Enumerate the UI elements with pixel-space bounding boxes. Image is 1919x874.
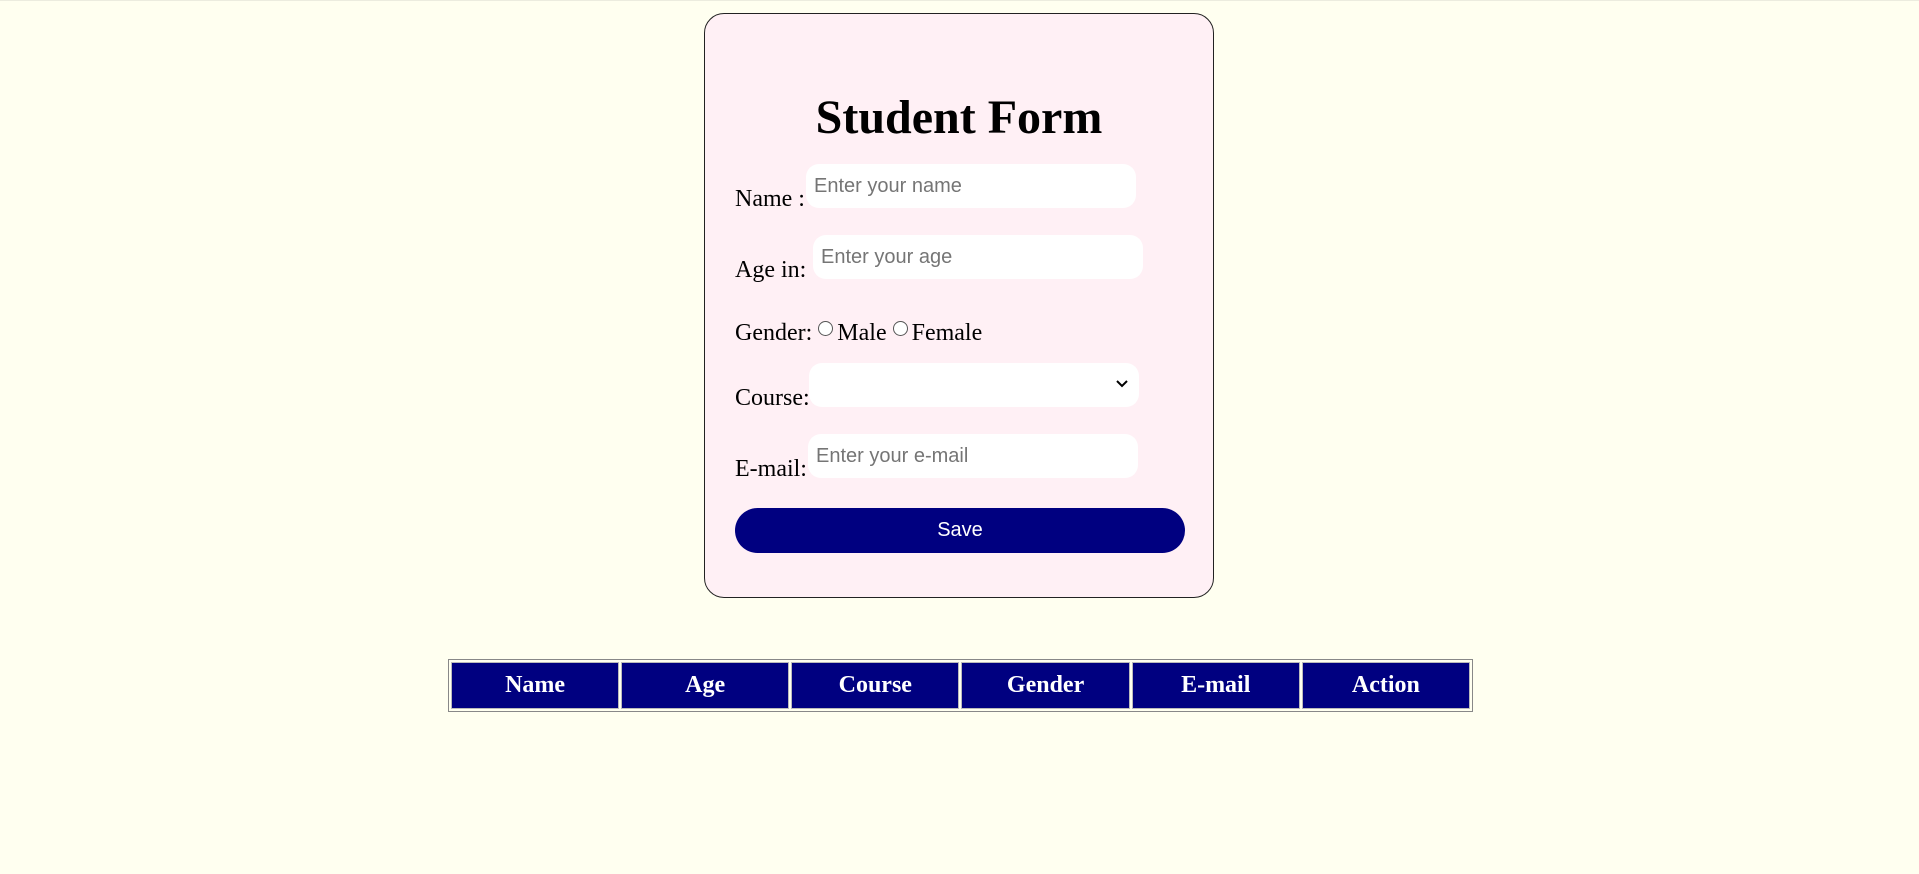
column-header-name: Name — [451, 662, 620, 709]
email-input[interactable] — [808, 434, 1138, 478]
students-table: Name Age Course Gender E-mail Action — [448, 659, 1473, 712]
column-header-action: Action — [1301, 662, 1470, 709]
form-title: Student Form — [815, 91, 1103, 144]
course-label: Course: — [735, 385, 810, 411]
top-divider — [0, 0, 1919, 1]
name-label: Name : — [735, 186, 805, 212]
gender-option-male-label: Male — [837, 320, 887, 346]
gender-row: Gender: Male Female — [735, 319, 982, 347]
gender-radio-male[interactable] — [818, 321, 834, 336]
table-header-row: Name Age Course Gender E-mail Action — [451, 662, 1470, 709]
age-input[interactable] — [813, 235, 1143, 279]
column-header-age: Age — [621, 662, 790, 709]
gender-option-female-label: Female — [911, 320, 983, 346]
save-button[interactable]: Save — [735, 508, 1185, 553]
course-select[interactable] — [809, 363, 1139, 407]
chevron-down-icon — [1116, 380, 1128, 388]
gender-label: Gender: — [735, 320, 813, 346]
column-header-email: E-mail — [1131, 662, 1300, 709]
name-input[interactable] — [806, 164, 1136, 208]
email-label: E-mail: — [735, 456, 807, 482]
column-header-gender: Gender — [961, 662, 1130, 709]
age-label: Age in: — [735, 257, 807, 283]
student-form-card: Student Form Name : Age in: Gender: Male F… — [704, 13, 1214, 598]
column-header-course: Course — [791, 662, 960, 709]
gender-radio-female[interactable] — [892, 321, 908, 336]
